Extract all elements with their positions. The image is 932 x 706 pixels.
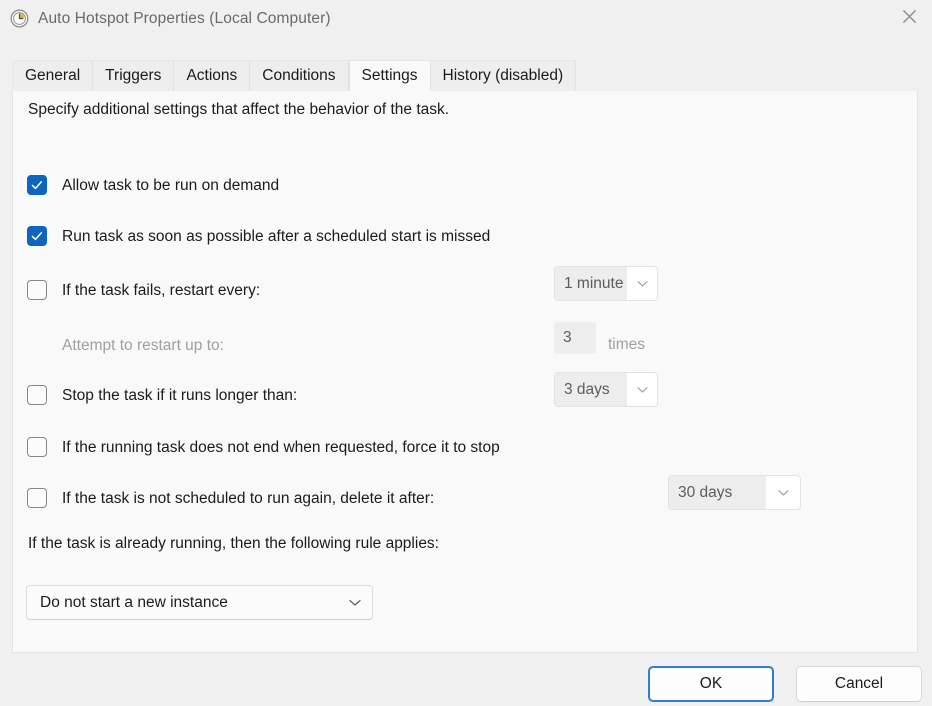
- checkbox-delete-if-not-rescheduled[interactable]: [27, 488, 47, 508]
- tab-label: Triggers: [105, 67, 162, 84]
- close-icon: [902, 9, 917, 24]
- tab-conditions[interactable]: Conditions: [250, 60, 349, 91]
- tab-strip-filler: [576, 60, 920, 91]
- label-run-asap-after-missed-start: Run task as soon as possible after a sch…: [62, 228, 491, 245]
- chevron-down-icon: [627, 280, 657, 288]
- checkbox-unchecked-icon: [27, 437, 47, 457]
- label-restart-on-failure: If the task fails, restart every:: [62, 282, 261, 299]
- checkbox-unchecked-icon: [27, 280, 47, 300]
- chevron-down-icon: [766, 489, 800, 497]
- clock-icon: [10, 9, 29, 28]
- chevron-down-icon: [338, 599, 372, 607]
- checkbox-force-stop-if-not-ending[interactable]: [27, 437, 47, 457]
- combo-max-run-duration-value: 3 days: [555, 373, 627, 406]
- label-restart-attempt-count: Attempt to restart up to:: [62, 337, 224, 354]
- tab-triggers[interactable]: Triggers: [93, 60, 175, 91]
- checkbox-run-asap-after-missed-start[interactable]: [27, 226, 47, 246]
- field-restart-attempt-count-value: 3: [563, 329, 572, 346]
- label-already-running-rule: If the task is already running, then the…: [28, 535, 439, 552]
- tab-strip: General Triggers Actions Conditions Sett…: [12, 60, 920, 91]
- window-title: Auto Hotspot Properties (Local Computer): [38, 9, 331, 27]
- chevron-down-icon: [627, 386, 657, 394]
- checkbox-unchecked-icon: [27, 385, 47, 405]
- field-restart-attempt-count[interactable]: 3: [554, 322, 596, 354]
- label-stop-task-if-runs-longer: Stop the task if it runs longer than:: [62, 387, 298, 404]
- label-allow-run-on-demand: Allow task to be run on demand: [62, 177, 280, 194]
- tab-label: Settings: [361, 67, 418, 84]
- combo-restart-interval[interactable]: 1 minute: [554, 266, 658, 301]
- checkbox-restart-on-failure[interactable]: [27, 280, 47, 300]
- unit-times: times: [608, 336, 646, 353]
- tab-label: History (disabled): [442, 67, 564, 84]
- cancel-button-label: Cancel: [834, 675, 884, 692]
- combo-instance-policy-value: Do not start a new instance: [40, 593, 228, 611]
- tab-label: General: [25, 67, 81, 84]
- combo-instance-policy[interactable]: Do not start a new instance: [26, 585, 373, 620]
- tab-settings[interactable]: Settings: [348, 60, 431, 91]
- checkbox-checked-icon: [27, 175, 47, 195]
- tab-history[interactable]: History (disabled): [430, 60, 577, 91]
- tab-general[interactable]: General: [12, 60, 94, 91]
- close-button[interactable]: [886, 0, 932, 33]
- ok-button-label: OK: [699, 675, 723, 692]
- settings-intro-text: Specify additional settings that affect …: [28, 101, 450, 118]
- combo-delete-after[interactable]: 30 days: [668, 475, 801, 510]
- label-delete-if-not-rescheduled: If the task is not scheduled to run agai…: [62, 490, 435, 507]
- combo-max-run-duration[interactable]: 3 days: [554, 372, 658, 407]
- label-force-stop-if-not-ending: If the running task does not end when re…: [62, 439, 500, 456]
- title-bar: Auto Hotspot Properties (Local Computer): [0, 0, 932, 37]
- combo-restart-interval-value: 1 minute: [555, 267, 627, 300]
- checkbox-unchecked-icon: [27, 488, 47, 508]
- checkbox-checked-icon: [27, 226, 47, 246]
- combo-delete-after-value: 30 days: [669, 476, 766, 509]
- ok-button[interactable]: OK: [648, 666, 774, 702]
- tab-label: Conditions: [262, 67, 336, 84]
- cancel-button[interactable]: Cancel: [796, 666, 922, 702]
- settings-panel: [12, 90, 918, 653]
- checkbox-allow-run-on-demand[interactable]: [27, 175, 47, 195]
- tab-actions[interactable]: Actions: [174, 60, 251, 91]
- tab-label: Actions: [186, 67, 238, 84]
- checkbox-stop-task-if-runs-longer[interactable]: [27, 385, 47, 405]
